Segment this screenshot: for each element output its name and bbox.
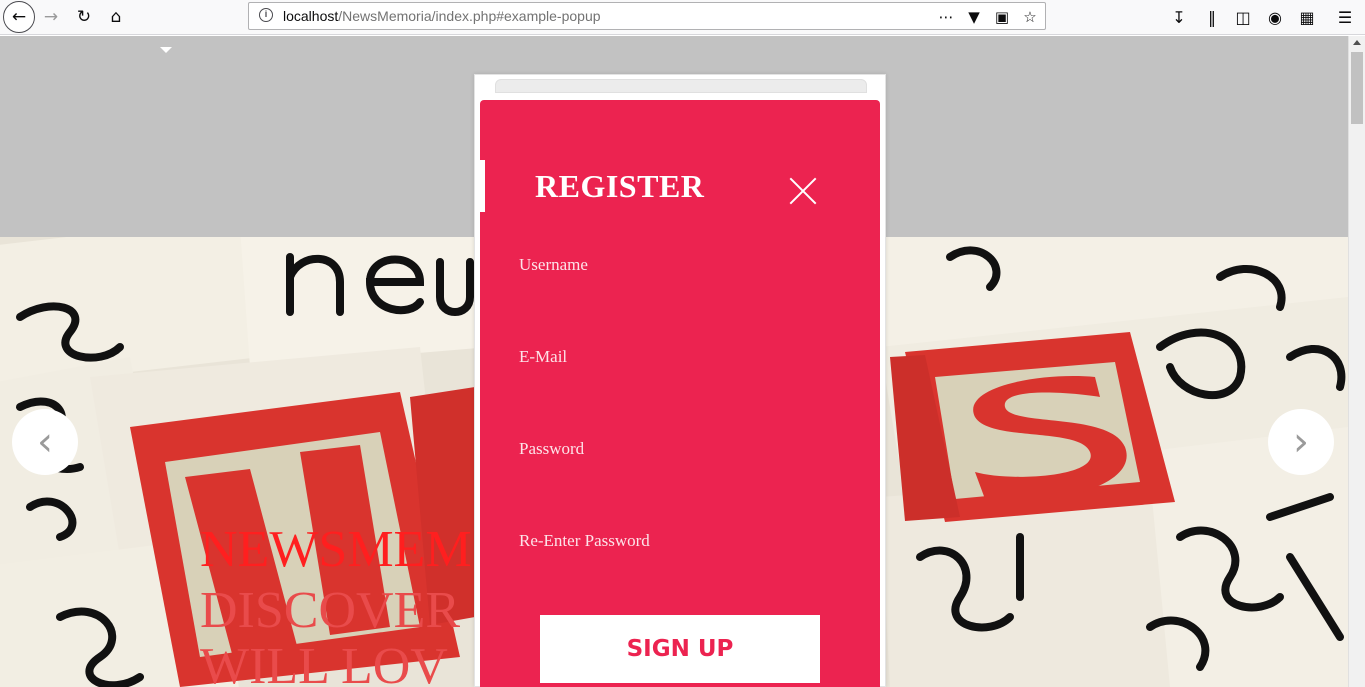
- url-path: /NewsMemoria/index.php#example-popup: [338, 8, 601, 24]
- email-input[interactable]: [519, 342, 839, 372]
- library-icon[interactable]: ‖: [1198, 3, 1226, 31]
- forward-icon[interactable]: →: [37, 3, 65, 31]
- username-input[interactable]: [519, 250, 839, 280]
- dropdown-caret-icon[interactable]: [160, 47, 172, 53]
- reader-view-icon[interactable]: ▣: [991, 6, 1013, 28]
- back-icon[interactable]: ←: [3, 1, 35, 33]
- slider-prev-button[interactable]: ‹: [12, 409, 78, 475]
- reload-icon[interactable]: ↻: [70, 3, 98, 31]
- username-field[interactable]: [519, 250, 839, 284]
- screenshot-icon[interactable]: ▦: [1293, 3, 1321, 31]
- menu-icon[interactable]: ☰: [1331, 3, 1359, 31]
- password-field[interactable]: [519, 434, 839, 468]
- sidebar-icon[interactable]: ◫: [1229, 3, 1257, 31]
- chevron-right-icon: ›: [1293, 419, 1309, 465]
- url-host: localhost: [283, 8, 339, 24]
- private-icon[interactable]: ◉: [1261, 3, 1289, 31]
- register-popup: REGISTER SIGN UP: [480, 100, 880, 687]
- scroll-up-icon[interactable]: [1353, 40, 1361, 45]
- info-icon[interactable]: i: [259, 8, 273, 22]
- popup-title-marker: [480, 160, 485, 212]
- hero-subtitle-line-2: WILL LOV: [200, 638, 448, 687]
- hero-subtitle: DISCOVER WILL LOV: [200, 583, 460, 687]
- download-icon[interactable]: ↧: [1165, 3, 1193, 31]
- hero-title: NEWSMEM: [200, 521, 472, 578]
- pocket-icon[interactable]: ▼: [963, 6, 985, 28]
- email-field[interactable]: [519, 342, 839, 376]
- more-icon[interactable]: ⋯: [935, 6, 957, 28]
- hero-subtitle-line-1: DISCOVER: [200, 582, 461, 639]
- chevron-left-icon: ‹: [37, 419, 53, 465]
- home-icon[interactable]: ⌂: [102, 3, 130, 31]
- page-scrollbar[interactable]: [1348, 36, 1365, 687]
- password-input[interactable]: [519, 434, 839, 464]
- url-text[interactable]: localhost/NewsMemoria/index.php#example-…: [283, 8, 601, 24]
- browser-toolbar: ← → ↻ ⌂ i localhost/NewsMemoria/index.ph…: [0, 0, 1365, 35]
- popup-title: REGISTER: [535, 168, 705, 204]
- reenter-password-input[interactable]: [519, 526, 839, 556]
- close-icon[interactable]: [788, 176, 818, 206]
- reenter-password-field[interactable]: [519, 526, 839, 560]
- bookmark-star-icon[interactable]: ☆: [1019, 6, 1041, 28]
- slider-next-button[interactable]: ›: [1268, 409, 1334, 475]
- scroll-thumb[interactable]: [1351, 52, 1363, 124]
- url-bar[interactable]: i localhost/NewsMemoria/index.php#exampl…: [248, 2, 1046, 30]
- popup-top-bar: [495, 79, 867, 93]
- sign-up-button[interactable]: SIGN UP: [540, 615, 820, 683]
